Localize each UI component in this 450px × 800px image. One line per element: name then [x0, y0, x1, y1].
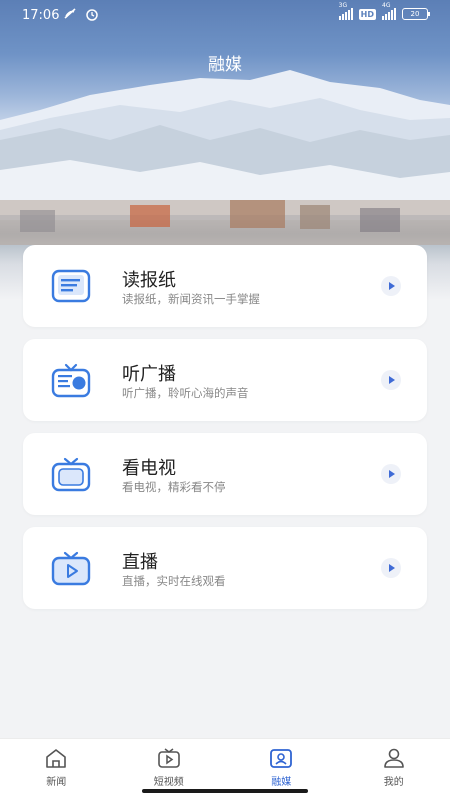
card-live[interactable]: 直播 直播，实时在线观看 — [23, 527, 427, 609]
newspaper-icon — [50, 266, 92, 306]
tab-label: 融媒 — [271, 777, 292, 788]
card-watch-tv[interactable]: 看电视 看电视，精彩看不停 — [23, 433, 427, 515]
alarm-icon — [84, 6, 100, 26]
tab-label: 新闻 — [46, 777, 67, 788]
live-tv-icon — [50, 548, 92, 588]
video-icon — [157, 748, 180, 768]
play-button[interactable] — [381, 370, 401, 390]
tab-label: 短视频 — [153, 777, 184, 788]
status-time: 17:06 — [22, 8, 60, 23]
home-indicator — [142, 789, 308, 793]
card-title: 听广播 — [122, 364, 176, 385]
play-button[interactable] — [381, 276, 401, 296]
card-title: 直播 — [122, 552, 158, 573]
card-subtitle: 听广播，聆听心海的声音 — [122, 386, 249, 400]
status-bar: 17:06 3G HD 4G 20 — [0, 0, 450, 32]
user-icon — [383, 748, 404, 768]
card-subtitle: 读报纸，新闻资讯一手掌握 — [122, 292, 260, 306]
card-read-newspaper[interactable]: 读报纸 读报纸，新闻资讯一手掌握 — [23, 245, 427, 327]
signal-icon-2: 4G — [382, 2, 396, 20]
page-title: 融媒 — [208, 55, 242, 75]
card-title: 看电视 — [122, 458, 176, 479]
card-listen-radio[interactable]: 听广播 听广播，聆听心海的声音 — [23, 339, 427, 421]
card-subtitle: 看电视，精彩看不停 — [122, 480, 226, 494]
play-button[interactable] — [381, 464, 401, 484]
play-button[interactable] — [381, 558, 401, 578]
feature-card-list: 读报纸 读报纸，新闻资讯一手掌握 听广播 听广播，聆听心海的声音 看电视 看电视… — [23, 245, 427, 621]
battery-icon: 20 — [402, 8, 430, 20]
tab-label: 我的 — [383, 777, 404, 788]
tab-news[interactable]: 新闻 — [0, 739, 113, 800]
tv-icon — [50, 454, 92, 494]
radio-icon — [50, 360, 92, 400]
hd-badge: HD — [358, 8, 376, 20]
home-icon — [46, 749, 67, 768]
media-icon — [270, 749, 293, 768]
card-subtitle: 直播，实时在线观看 — [122, 574, 226, 588]
notification-off-icon — [62, 6, 78, 26]
signal-icon: 3G — [338, 2, 353, 20]
tab-mine[interactable]: 我的 — [338, 739, 450, 800]
card-title: 读报纸 — [122, 270, 176, 291]
